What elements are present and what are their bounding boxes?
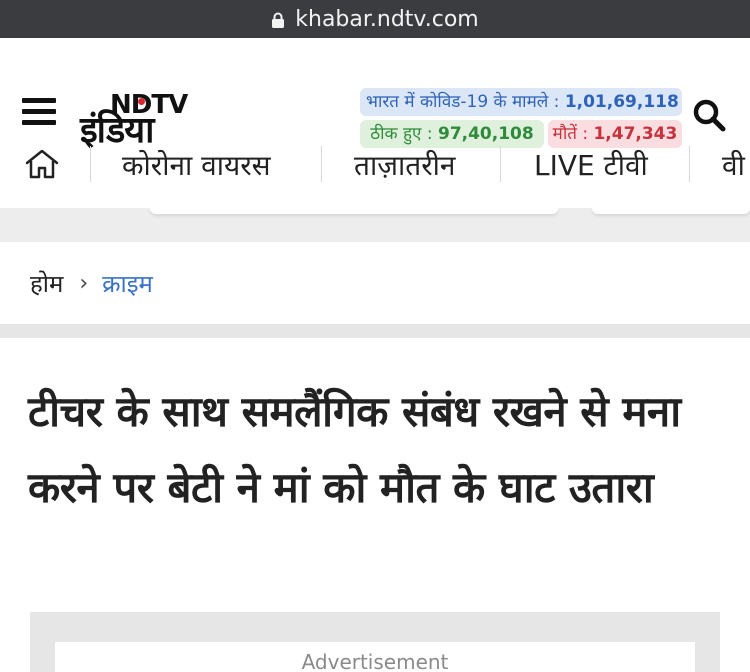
breadcrumb: होम › क्राइम bbox=[0, 242, 750, 324]
article-headline: टीचर के साथ समलैंगिक संबंध रखने से मना क… bbox=[28, 387, 681, 512]
nav-divider bbox=[500, 146, 501, 182]
covid-cases-badge: भारत में कोविड-19 के मामले : 1,01,69,118 bbox=[360, 88, 682, 116]
hamburger-menu-icon[interactable] bbox=[22, 98, 56, 126]
home-icon[interactable] bbox=[24, 148, 60, 180]
lock-icon bbox=[272, 12, 285, 28]
collapsed-dropdown-panel bbox=[150, 208, 558, 214]
covid-cases-label: भारत में कोविड-19 के मामले : bbox=[366, 92, 565, 112]
nav-divider bbox=[689, 146, 690, 182]
breadcrumb-home-link[interactable]: होम bbox=[30, 267, 63, 300]
nav-item-video[interactable]: वी bbox=[722, 146, 745, 184]
site-header: NDTV इंडिया भारत में कोविड-19 के मामले :… bbox=[0, 38, 750, 208]
advertisement-label: Advertisement bbox=[55, 642, 695, 672]
section-divider bbox=[0, 324, 750, 338]
nav-item-live-tv[interactable]: LIVE टीवी bbox=[534, 146, 648, 184]
nav-divider bbox=[321, 146, 322, 182]
url-text: khabar.ndtv.com bbox=[295, 6, 479, 32]
browser-url-bar[interactable]: khabar.ndtv.com bbox=[0, 0, 750, 38]
chevron-right-icon: › bbox=[79, 270, 89, 296]
nav-item-latest[interactable]: ताज़ातरीन bbox=[354, 146, 455, 184]
collapsed-dropdown-panel bbox=[592, 208, 750, 214]
breadcrumb-category-link[interactable]: क्राइम bbox=[102, 267, 153, 300]
main-navigation: कोरोना वायरस ताज़ातरीन LIVE टीवी वी bbox=[0, 126, 750, 186]
nav-divider bbox=[90, 146, 91, 182]
advertisement-container: Advertisement bbox=[30, 612, 720, 672]
nav-item-corona-virus[interactable]: कोरोना वायरस bbox=[122, 146, 271, 184]
covid-cases-value: 1,01,69,118 bbox=[564, 92, 679, 112]
